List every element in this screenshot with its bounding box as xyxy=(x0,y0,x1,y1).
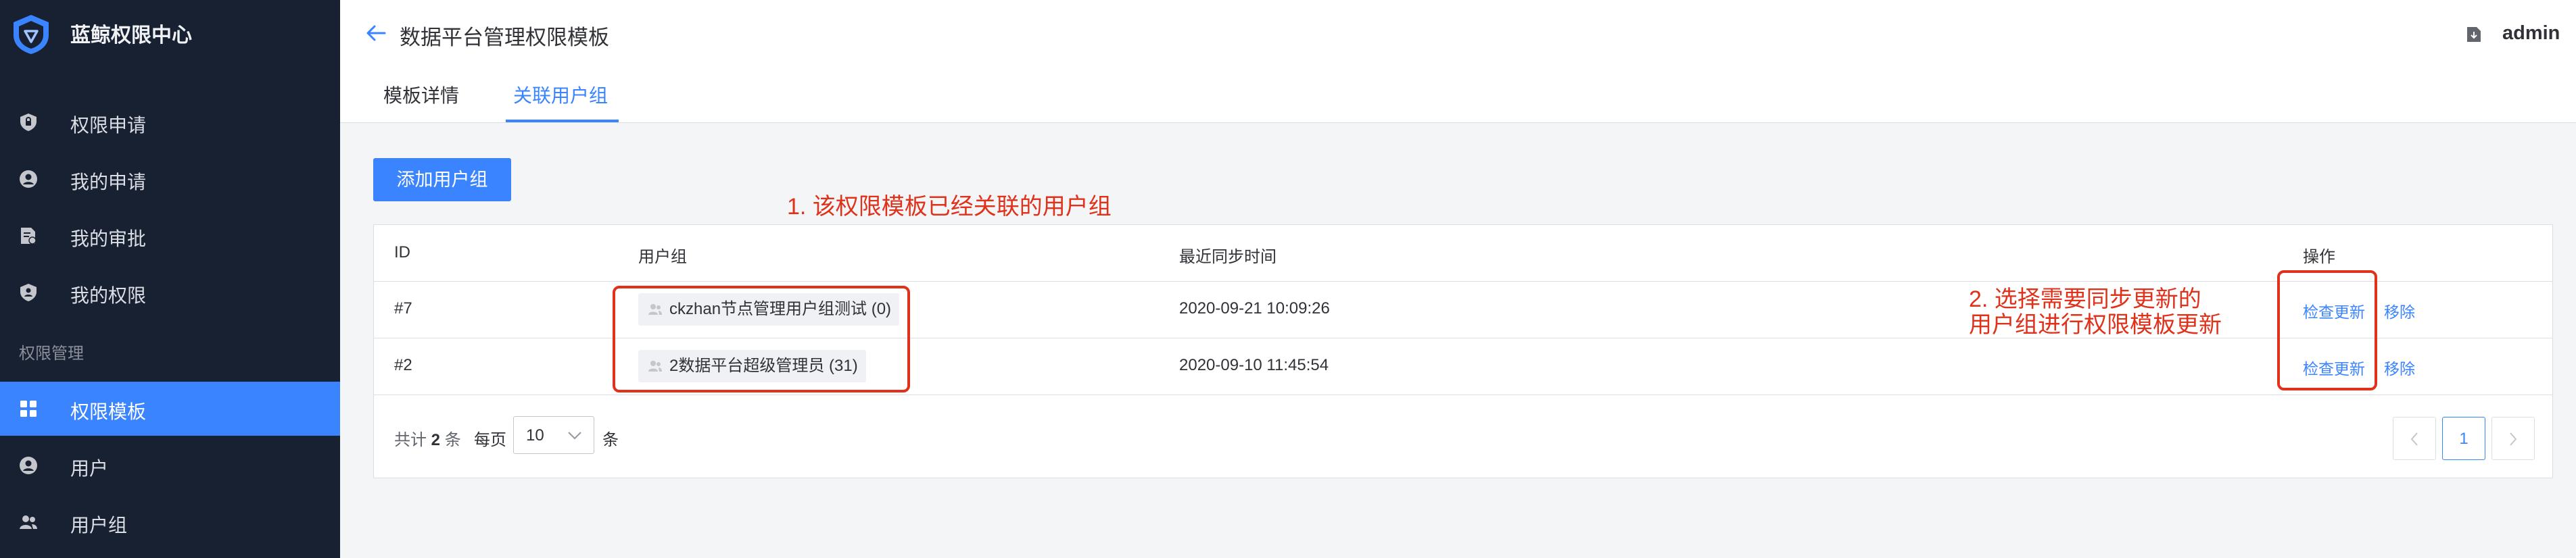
chevron-right-icon xyxy=(2510,432,2517,446)
grid-icon xyxy=(20,401,37,417)
sidebar-item-label: 我的申请 xyxy=(70,172,147,193)
person-circle-icon xyxy=(20,170,37,188)
sidebar-item-my-permissions[interactable]: 我的权限 xyxy=(0,265,340,320)
annotation-box-actions xyxy=(2277,270,2377,390)
people-icon xyxy=(20,515,37,529)
sync-time: 2020-09-10 11:45:54 xyxy=(1179,356,1329,374)
total-count: 共计 2 条 xyxy=(394,431,461,449)
sidebar: 蓝鲸权限中心 权限申请 我的申请 我的审批 我的权限 权限管理 权限模板 用户 … xyxy=(0,0,340,558)
document-check-icon xyxy=(21,228,37,245)
shield-lock-icon xyxy=(20,113,37,131)
sidebar-item-permission-templates[interactable]: 权限模板 xyxy=(0,382,340,436)
sidebar-item-label: 权限模板 xyxy=(70,401,147,422)
sidebar-item-label: 我的审批 xyxy=(70,228,147,249)
remove-link[interactable]: 移除 xyxy=(2384,356,2415,379)
chevron-left-icon xyxy=(2410,432,2418,446)
per-page-unit: 条 xyxy=(602,431,619,449)
annotation-note-2: 2. 选择需要同步更新的 用户组进行权限模板更新 xyxy=(1969,286,2222,338)
add-user-group-button[interactable]: 添加用户组 xyxy=(373,158,511,201)
active-tab-indicator xyxy=(506,120,619,122)
sidebar-item-label: 用户 xyxy=(70,458,109,479)
sidebar-item-my-approvals[interactable]: 我的审批 xyxy=(0,209,340,263)
next-page-button[interactable] xyxy=(2491,417,2535,460)
per-page-value: 10 xyxy=(526,426,544,445)
sidebar-item-label: 我的权限 xyxy=(70,285,147,306)
user-name[interactable]: admin xyxy=(2502,22,2560,45)
shield-person-icon xyxy=(20,284,37,301)
document-download-icon[interactable] xyxy=(2466,26,2482,43)
app-title: 蓝鲸权限中心 xyxy=(70,24,192,47)
page-button-current[interactable]: 1 xyxy=(2442,417,2485,460)
brand[interactable]: 蓝鲸权限中心 xyxy=(0,0,340,68)
column-header-group: 用户组 xyxy=(638,248,687,266)
sidebar-item-users[interactable]: 用户 xyxy=(0,438,340,492)
sidebar-item-permission-apply[interactable]: 权限申请 xyxy=(0,95,340,149)
app-logo-icon xyxy=(14,15,49,54)
sidebar-group-label: 权限管理 xyxy=(19,345,84,363)
sidebar-item-user-groups[interactable]: 用户组 xyxy=(0,495,340,549)
prev-page-button[interactable] xyxy=(2393,417,2436,460)
per-page-label: 每页 xyxy=(474,431,506,449)
sidebar-item-label: 权限申请 xyxy=(70,115,147,136)
chevron-down-icon xyxy=(568,432,581,440)
row-id: #2 xyxy=(394,356,412,374)
person-circle-icon xyxy=(20,457,37,474)
column-header-id: ID xyxy=(394,243,410,261)
tab-template-details[interactable]: 模板详情 xyxy=(383,81,459,108)
sidebar-item-my-applications[interactable]: 我的申请 xyxy=(0,152,340,206)
per-page-select[interactable]: 10 xyxy=(513,416,594,454)
column-header-actions: 操作 xyxy=(2303,248,2335,266)
page-header: 数据平台管理权限模板 模板详情 关联用户组 admin xyxy=(340,0,2576,123)
table-footer: 共计 2 条 每页 10 条 1 xyxy=(374,395,2552,479)
sync-time: 2020-09-21 10:09:26 xyxy=(1179,299,1330,318)
page-title: 数据平台管理权限模板 xyxy=(400,26,609,49)
table-header: ID 用户组 最近同步时间 操作 xyxy=(374,225,2552,282)
column-header-sync-time: 最近同步时间 xyxy=(1179,248,1277,266)
tab-associated-groups[interactable]: 关联用户组 xyxy=(513,81,608,108)
annotation-note-1: 1. 该权限模板已经关联的用户组 xyxy=(787,194,1112,220)
row-id: #7 xyxy=(394,299,412,318)
back-arrow-icon[interactable] xyxy=(364,23,387,43)
sidebar-item-label: 用户组 xyxy=(70,515,128,536)
annotation-box-groups xyxy=(613,286,910,392)
remove-link[interactable]: 移除 xyxy=(2384,299,2415,322)
